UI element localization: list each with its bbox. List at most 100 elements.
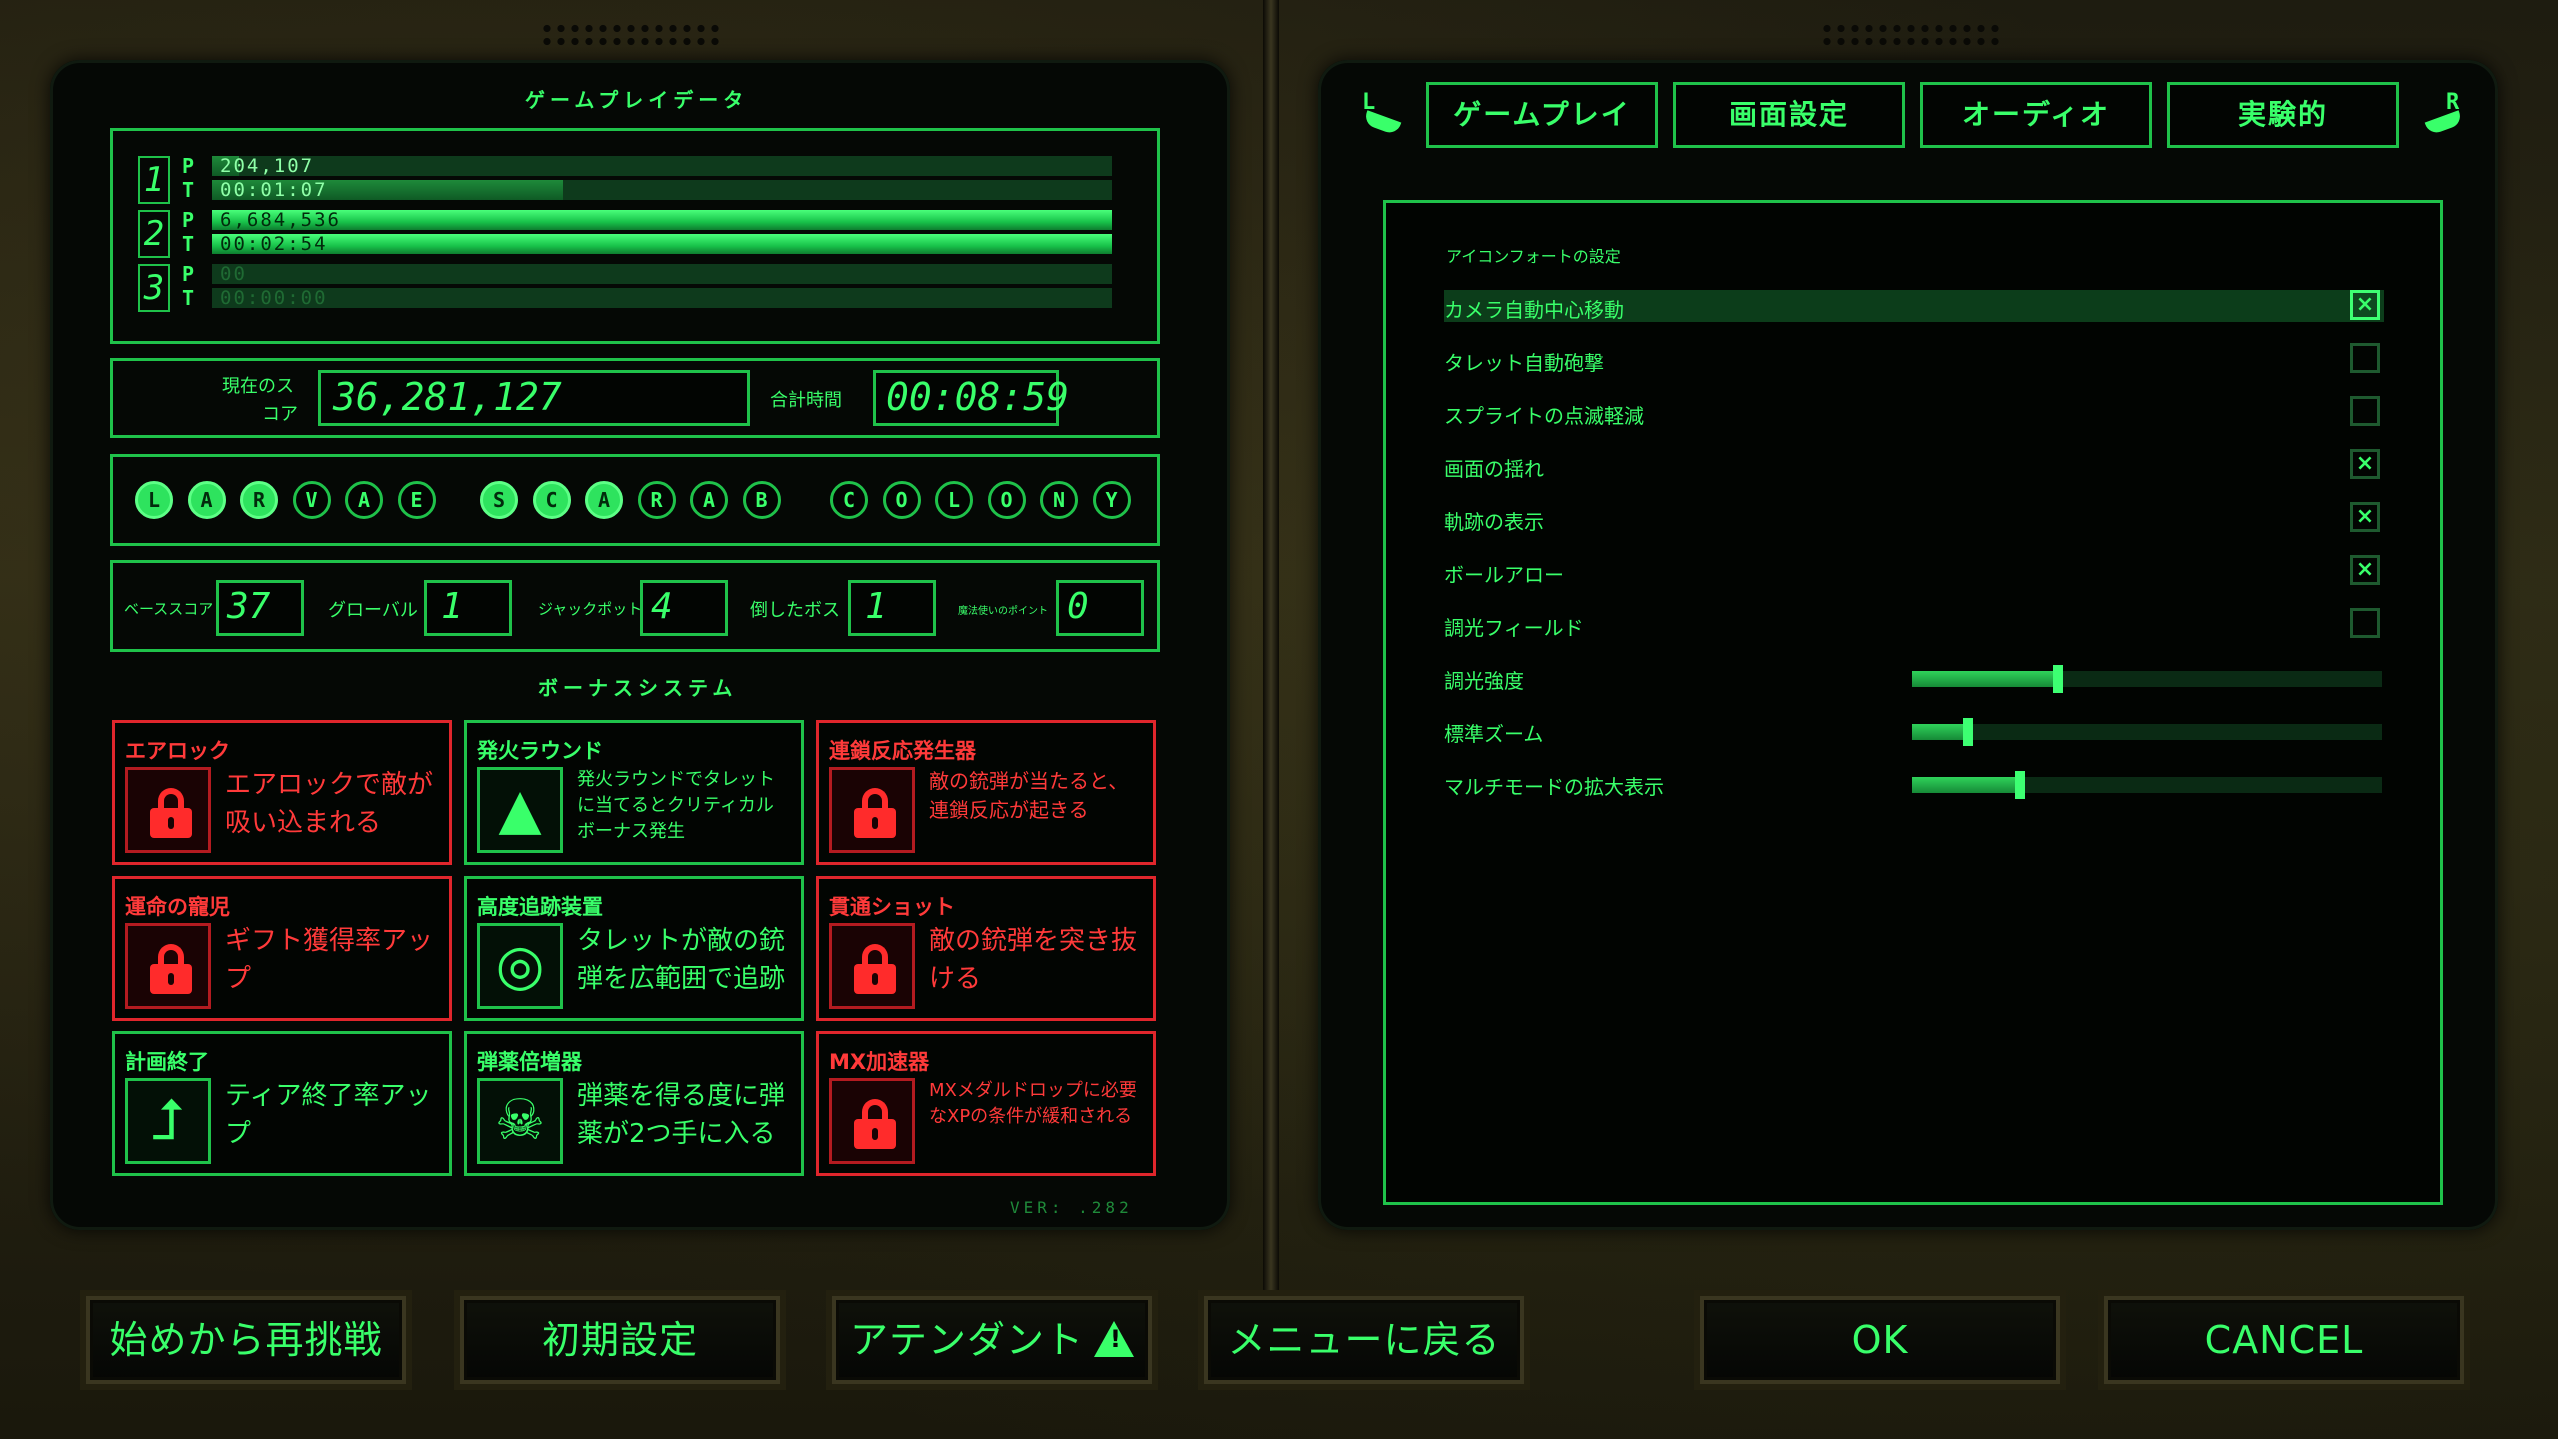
setting-label: 調光フィールド [1444,616,1584,640]
ok-button[interactable]: OK [1700,1296,2060,1384]
time-bar: 00:00:00 [212,287,1112,309]
slider-fill [1912,724,1969,740]
setting-checkbox[interactable]: × [2350,502,2380,532]
points-label: P [182,208,195,232]
bonus-card-description: ギフト獲得率アップ [225,926,434,994]
letter-token: A [345,481,383,519]
lock-icon [829,923,915,1009]
setting-checkbox[interactable]: × [2350,555,2380,585]
base-score-display: 37 [216,580,304,636]
points-label: P [182,262,195,286]
points-value: 6,684,536 [220,209,341,231]
exit-arrow-icon: ⮥ [125,1078,211,1164]
tab-audio[interactable]: オーディオ [1920,82,2152,148]
current-score-display: 36,281,127 [318,370,750,426]
slider-label: 調光強度 [1444,669,1524,693]
bonus-card-title: エアロック [125,739,230,763]
setting-checkbox[interactable]: × [2350,449,2380,479]
setting-row[interactable]: スプライトの点滅軽減 [1444,396,2384,428]
slider-label: 標準ズーム [1444,722,1544,746]
slider-handle[interactable] [2015,771,2026,799]
letter-token: O [882,481,921,519]
setting-checkbox[interactable] [2350,396,2380,426]
time-label: T [182,232,195,256]
bonus-card-description: 敵の銃弾が当たると、連鎖反応が起きる [929,769,1129,822]
jackpot-label: ジャックポット [538,600,643,618]
bonus-card-title: 発火ラウンド [477,739,603,763]
base-score-label: ベーススコア [124,600,214,618]
letter-token: S [480,481,518,519]
letter-token: Y [1092,481,1131,519]
points-bar-fill [212,210,1112,230]
bonus-card-title: 運命の寵児 [125,895,230,919]
gameplay-data-title: ゲームプレイデータ [525,88,749,112]
points-label: P [182,154,195,178]
bonus-card: 貫通ショット 敵の銃弾を突き抜ける [816,876,1156,1021]
slider-track[interactable] [1912,718,2382,746]
fire-icon: ▲ [477,767,563,853]
letter-token: N [1040,481,1078,519]
letter-token: A [690,481,728,519]
profile-row: 3 P T 00 00:00:00 [138,262,1118,316]
lock-keyhole [168,817,174,829]
lock-icon [125,923,211,1009]
tab-experimental[interactable]: 実験的 [2167,82,2399,148]
bonus-card-description: 発火ラウンドでタレットに当てるとクリティカルボーナス発生 [577,769,775,843]
letter-token: O [987,481,1026,519]
setting-checkbox[interactable]: × [2350,290,2380,320]
letter-token: A [187,481,226,519]
points-value: 00 [220,263,247,285]
setting-row[interactable]: 調光フィールド [1444,608,2384,640]
profile-row: 1 P T 204,107 00:01:07 [138,154,1118,208]
points-value: 204,107 [220,155,315,177]
lock-glyph [150,944,192,994]
setting-checkbox[interactable] [2350,343,2380,373]
bonus-card-title: 貫通ショット [829,895,955,919]
setting-row[interactable]: タレット自動砲撃 [1444,343,2384,375]
setting-checkbox[interactable] [2350,608,2380,638]
lock-glyph [150,788,192,838]
tab-display-settings[interactable]: 画面設定 [1673,82,1905,148]
setting-label: 軌跡の表示 [1444,510,1544,534]
slider-track[interactable] [1912,771,2382,799]
slider-row: マルチモードの拡大表示 [1444,767,2384,799]
back-to-menu-button[interactable]: メニューに戻る [1204,1296,1524,1384]
setting-label: スプライトの点滅軽減 [1444,404,1644,428]
bonus-card-title: 弾薬倍増器 [477,1050,582,1074]
time-value: 00:01:07 [220,179,328,201]
setting-row[interactable]: カメラ自動中心移動 × [1444,290,2384,322]
slider-fill [1912,671,2058,687]
letter-token: L [135,481,173,519]
restart-button[interactable]: 始めから再挑戦 [86,1296,406,1384]
speaker-grille [540,22,720,48]
setting-row[interactable]: ボールアロー × [1444,555,2384,587]
lock-icon [829,767,915,853]
jackpot-display: 4 [640,580,728,636]
defaults-button[interactable]: 初期設定 [460,1296,780,1384]
bonus-card-title: 高度追跡装置 [477,895,603,919]
slider-fill [1912,777,2021,793]
settings-section-header: アイコンフォートの設定 [1446,247,1621,266]
setting-row[interactable]: 画面の揺れ × [1444,449,2384,481]
letter-token: R [637,481,676,519]
slider-row: 調光強度 [1444,661,2384,693]
attendant-label: アテンダント [849,1318,1084,1362]
version-label: VER: .282 [1010,1198,1133,1217]
lock-glyph [854,944,896,994]
bonus-card: 発火ラウンド ▲ 発火ラウンドでタレットに当てるとクリティカルボーナス発生 [464,720,804,865]
tab-gameplay[interactable]: ゲームプレイ [1426,82,1658,148]
bonus-card-description: エアロックで敵が吸い込まれる [225,770,434,838]
time-value: 00:02:54 [220,233,328,255]
slider-handle[interactable] [1963,718,1974,746]
radar-icon: ◎ [477,923,563,1009]
bonus-card-description: 弾薬を得る度に弾薬が2つ手に入る [577,1081,786,1149]
slider-track[interactable] [1912,665,2382,693]
profile-number: 1 [138,156,170,204]
slider-handle[interactable] [2052,665,2063,693]
letter-token: B [742,481,781,519]
letter-token: C [830,481,868,519]
cancel-button[interactable]: CANCEL [2104,1296,2464,1384]
letter-token: E [397,481,436,519]
setting-row[interactable]: 軌跡の表示 × [1444,502,2384,534]
attendant-button[interactable]: アテンダント [832,1296,1152,1384]
